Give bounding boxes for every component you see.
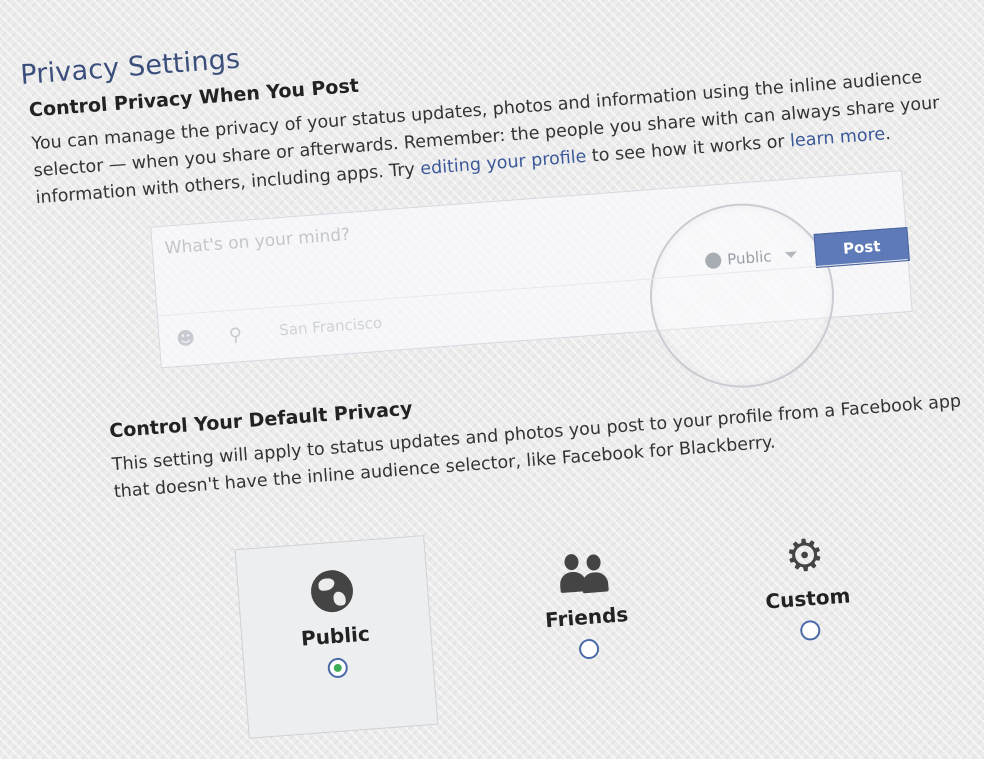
- friends-radio[interactable]: [578, 638, 600, 660]
- status-input-placeholder[interactable]: What's on your mind?: [164, 225, 351, 259]
- friends-icon: [554, 549, 613, 595]
- globe-icon: [309, 568, 355, 614]
- custom-radio[interactable]: [799, 619, 822, 642]
- page-title: Privacy Settings: [19, 43, 242, 92]
- post-privacy-text-3: .: [884, 124, 892, 145]
- globe-icon: [704, 252, 722, 270]
- privacy-option-public[interactable]: Public: [237, 563, 433, 689]
- status-composer-mock: What's on your mind? Public Post ☻ ⚲ San…: [150, 170, 913, 395]
- editing-profile-link[interactable]: editing your profile: [420, 147, 587, 179]
- audience-label: Public: [726, 247, 773, 269]
- composer-divider: [157, 259, 908, 317]
- gear-icon: ⚙: [783, 529, 827, 584]
- learn-more-link[interactable]: learn more: [789, 124, 885, 151]
- public-radio[interactable]: [327, 657, 349, 679]
- magnifier-circle: [643, 196, 841, 395]
- tag-people-icon[interactable]: ☻: [171, 324, 201, 354]
- audience-selector[interactable]: Public: [704, 245, 798, 270]
- location-text: San Francisco: [278, 313, 383, 340]
- default-privacy-description: This setting will apply to status update…: [111, 391, 962, 503]
- privacy-option-label: Public: [300, 621, 371, 651]
- location-pin-icon[interactable]: ⚲: [221, 321, 251, 351]
- privacy-option-custom[interactable]: ⚙ Custom: [709, 528, 905, 652]
- privacy-option-label: Custom: [764, 583, 852, 614]
- privacy-option-label: Friends: [544, 602, 630, 633]
- chevron-down-icon: [785, 251, 798, 259]
- screenshot-stage: Privacy Settings Control Privacy When Yo…: [0, 0, 984, 759]
- privacy-option-friends[interactable]: Friends: [488, 544, 684, 670]
- privacy-settings-panel: Privacy Settings Control Privacy When Yo…: [19, 24, 984, 739]
